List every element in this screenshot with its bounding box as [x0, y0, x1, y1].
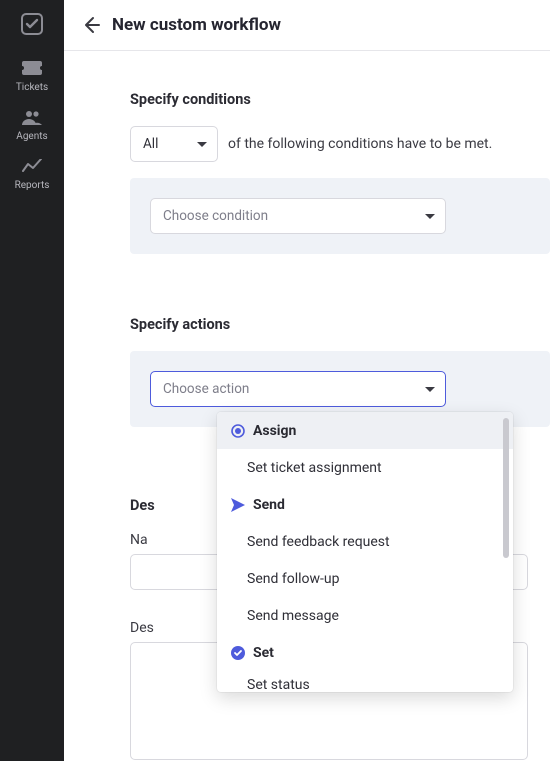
sidebar-item-reports[interactable]: Reports	[0, 148, 64, 197]
action-group-set: Set	[217, 634, 513, 671]
sidebar-item-label: Agents	[16, 131, 47, 142]
choose-action-select[interactable]: Choose action	[150, 371, 446, 407]
action-option-send-message[interactable]: Send message	[217, 597, 513, 634]
conditions-section: Specify conditions All of the following …	[130, 91, 550, 254]
action-option-label: Send follow-up	[247, 571, 339, 587]
send-icon	[231, 498, 245, 512]
conditions-title: Specify conditions	[130, 91, 550, 108]
actions-title: Specify actions	[130, 316, 550, 333]
action-option-set-ticket-assignment[interactable]: Set ticket assignment	[217, 449, 513, 486]
match-mode-select[interactable]: All	[130, 126, 218, 162]
chevron-down-icon	[197, 142, 207, 147]
action-option-label: Send message	[247, 608, 339, 624]
action-option-label: Set status	[247, 677, 310, 692]
choose-condition-placeholder: Choose condition	[163, 208, 268, 224]
action-group-assign: Assign	[217, 412, 513, 449]
topbar: New custom workflow	[64, 0, 550, 51]
arrow-left-icon	[81, 15, 101, 35]
choose-condition-select[interactable]: Choose condition	[150, 198, 446, 234]
conditions-match-row: All of the following conditions have to …	[130, 126, 550, 162]
action-dropdown-scroll[interactable]: Assign Set ticket assignment Send Send f…	[217, 412, 513, 692]
action-group-label: Set	[253, 645, 274, 661]
action-option-send-follow-up[interactable]: Send follow-up	[217, 560, 513, 597]
action-dropdown: Assign Set ticket assignment Send Send f…	[217, 412, 513, 692]
match-mode-suffix: of the following conditions have to be m…	[228, 136, 492, 152]
chevron-down-icon	[425, 387, 435, 392]
radio-icon	[231, 424, 245, 438]
choose-action-placeholder: Choose action	[163, 381, 249, 397]
match-mode-value: All	[143, 136, 158, 152]
action-group-label: Assign	[253, 423, 296, 439]
actions-section: Specify actions Choose action	[130, 316, 550, 427]
sidebar-item-label: Reports	[15, 180, 50, 191]
action-group-label: Send	[253, 497, 285, 513]
sidebar-item-label: Tickets	[16, 82, 48, 93]
chevron-down-icon	[425, 214, 435, 219]
agents-icon	[22, 107, 42, 127]
action-option-set-status[interactable]: Set status	[217, 671, 513, 692]
conditions-panel: Choose condition	[130, 178, 550, 254]
check-circle-icon	[231, 646, 245, 660]
action-option-label: Send feedback request	[247, 534, 390, 550]
scrollbar-thumb[interactable]	[503, 418, 509, 558]
back-button[interactable]	[76, 10, 106, 40]
ticket-icon	[22, 58, 42, 78]
action-option-send-feedback-request[interactable]: Send feedback request	[217, 523, 513, 560]
sidebar-item-tickets[interactable]: Tickets	[0, 50, 64, 99]
action-group-send: Send	[217, 486, 513, 523]
app-logo	[14, 6, 50, 42]
sidebar: Tickets Agents Reports	[0, 0, 64, 761]
sidebar-item-agents[interactable]: Agents	[0, 99, 64, 148]
action-option-label: Set ticket assignment	[247, 460, 382, 476]
reports-icon	[22, 156, 42, 176]
page-title: New custom workflow	[112, 15, 281, 35]
logo-check-icon	[20, 12, 44, 36]
